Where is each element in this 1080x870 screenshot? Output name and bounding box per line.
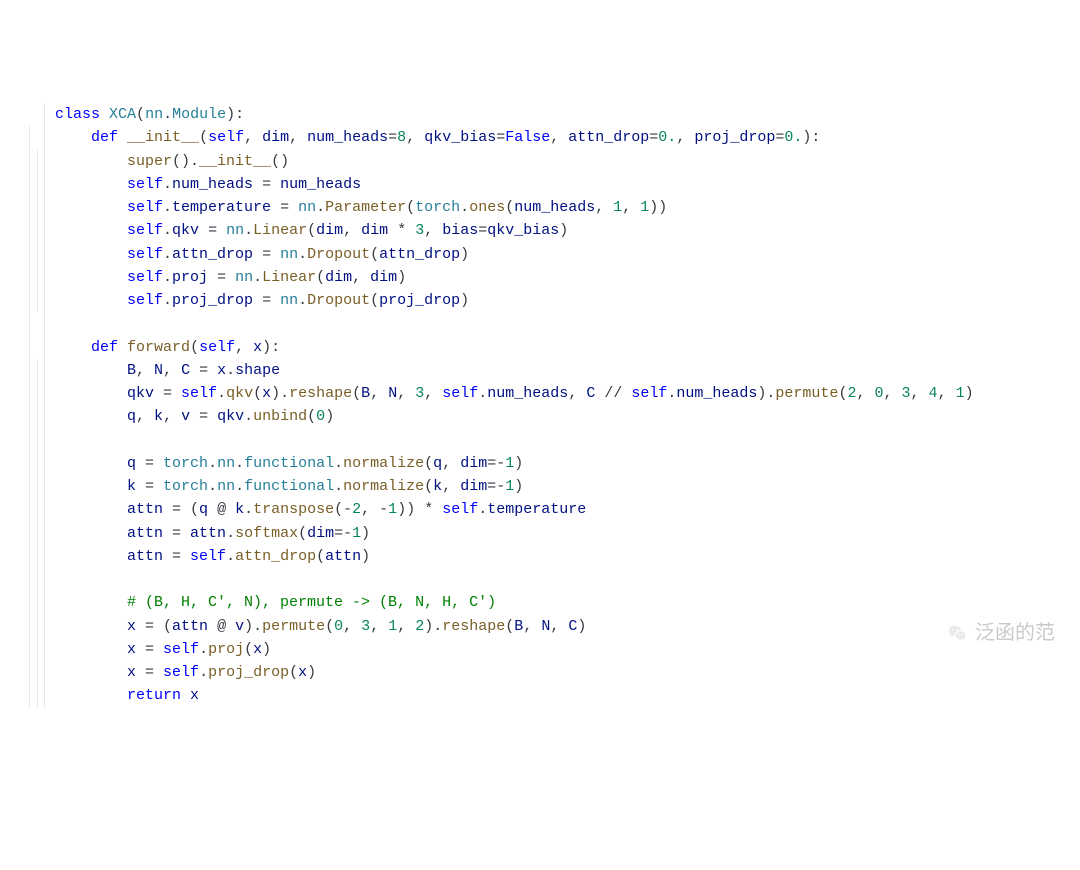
- indent-guide: [15, 405, 45, 428]
- wechat-icon: [947, 623, 969, 645]
- indent-guide: [15, 173, 45, 196]
- indent-guide: [15, 196, 45, 219]
- code-content: attn = (q @ k.transpose(-2, -1)) * self.…: [55, 498, 586, 521]
- code-line: super().__init__(): [15, 150, 1065, 173]
- indent-guide: [15, 359, 45, 382]
- code-content: self.proj = nn.Linear(dim, dim): [55, 266, 406, 289]
- code-content: [55, 429, 127, 452]
- code-line: self.proj_drop = nn.Dropout(proj_drop): [15, 289, 1065, 312]
- code-content: [55, 568, 127, 591]
- code-line: self.attn_drop = nn.Dropout(attn_drop): [15, 243, 1065, 266]
- indent-guide: [15, 475, 45, 498]
- indent-guide: [15, 243, 45, 266]
- indent-guide: [15, 382, 45, 405]
- code-content: attn = attn.softmax(dim=-1): [55, 522, 370, 545]
- indent-guide: [15, 661, 45, 684]
- code-content: self.proj_drop = nn.Dropout(proj_drop): [55, 289, 469, 312]
- indent-guide: [15, 452, 45, 475]
- code-content: self.qkv = nn.Linear(dim, dim * 3, bias=…: [55, 219, 568, 242]
- code-content: # (B, H, C', N), permute -> (B, N, H, C'…: [55, 591, 496, 614]
- code-content: def forward(self, x):: [55, 336, 280, 359]
- code-content: x = (attn @ v).permute(0, 3, 1, 2).resha…: [55, 615, 586, 638]
- code-content: def __init__(self, dim, num_heads=8, qkv…: [55, 126, 820, 149]
- indent-guide: [15, 289, 45, 312]
- indent-guide: [15, 312, 45, 335]
- code-content: self.num_heads = num_heads: [55, 173, 361, 196]
- code-content: super().__init__(): [55, 150, 289, 173]
- code-content: class XCA(nn.Module):: [55, 103, 244, 126]
- code-content: q = torch.nn.functional.normalize(q, dim…: [55, 452, 523, 475]
- indent-guide: [15, 568, 45, 591]
- code-line: [15, 568, 1065, 591]
- code-line: # (B, H, C', N), permute -> (B, N, H, C'…: [15, 591, 1065, 614]
- code-content: qkv = self.qkv(x).reshape(B, N, 3, self.…: [55, 382, 974, 405]
- code-content: k = torch.nn.functional.normalize(k, dim…: [55, 475, 523, 498]
- watermark: 泛函的范: [947, 618, 1055, 649]
- indent-guide: [15, 336, 45, 359]
- code-block: class XCA(nn.Module): def __init__(self,…: [15, 103, 1065, 708]
- indent-guide: [15, 219, 45, 242]
- indent-guide: [15, 103, 45, 126]
- code-content: q, k, v = qkv.unbind(0): [55, 405, 334, 428]
- code-line: self.temperature = nn.Parameter(torch.on…: [15, 196, 1065, 219]
- code-line: x = (attn @ v).permute(0, 3, 1, 2).resha…: [15, 615, 1065, 638]
- code-line: attn = (q @ k.transpose(-2, -1)) * self.…: [15, 498, 1065, 521]
- code-content: self.attn_drop = nn.Dropout(attn_drop): [55, 243, 469, 266]
- code-line: x = self.proj_drop(x): [15, 661, 1065, 684]
- code-line: class XCA(nn.Module):: [15, 103, 1065, 126]
- code-line: [15, 429, 1065, 452]
- indent-guide: [15, 429, 45, 452]
- code-line: self.qkv = nn.Linear(dim, dim * 3, bias=…: [15, 219, 1065, 242]
- code-line: attn = self.attn_drop(attn): [15, 545, 1065, 568]
- code-line: def forward(self, x):: [15, 336, 1065, 359]
- code-content: return x: [55, 684, 199, 707]
- code-content: attn = self.attn_drop(attn): [55, 545, 370, 568]
- indent-guide: [15, 591, 45, 614]
- code-line: [15, 312, 1065, 335]
- code-content: self.temperature = nn.Parameter(torch.on…: [55, 196, 667, 219]
- indent-guide: [15, 498, 45, 521]
- code-line: def __init__(self, dim, num_heads=8, qkv…: [15, 126, 1065, 149]
- code-line: return x: [15, 684, 1065, 707]
- code-line: self.num_heads = num_heads: [15, 173, 1065, 196]
- code-line: self.proj = nn.Linear(dim, dim): [15, 266, 1065, 289]
- code-line: q, k, v = qkv.unbind(0): [15, 405, 1065, 428]
- code-content: B, N, C = x.shape: [55, 359, 280, 382]
- code-line: qkv = self.qkv(x).reshape(B, N, 3, self.…: [15, 382, 1065, 405]
- indent-guide: [15, 522, 45, 545]
- indent-guide: [15, 126, 45, 149]
- code-line: k = torch.nn.functional.normalize(k, dim…: [15, 475, 1065, 498]
- indent-guide: [15, 545, 45, 568]
- watermark-text: 泛函的范: [975, 618, 1055, 649]
- code-line: x = self.proj(x): [15, 638, 1065, 661]
- indent-guide: [15, 150, 45, 173]
- code-line: q = torch.nn.functional.normalize(q, dim…: [15, 452, 1065, 475]
- indent-guide: [15, 615, 45, 638]
- code-line: attn = attn.softmax(dim=-1): [15, 522, 1065, 545]
- code-content: x = self.proj(x): [55, 638, 271, 661]
- code-content: [55, 312, 91, 335]
- indent-guide: [15, 638, 45, 661]
- code-content: x = self.proj_drop(x): [55, 661, 316, 684]
- indent-guide: [15, 684, 45, 707]
- indent-guide: [15, 266, 45, 289]
- code-line: B, N, C = x.shape: [15, 359, 1065, 382]
